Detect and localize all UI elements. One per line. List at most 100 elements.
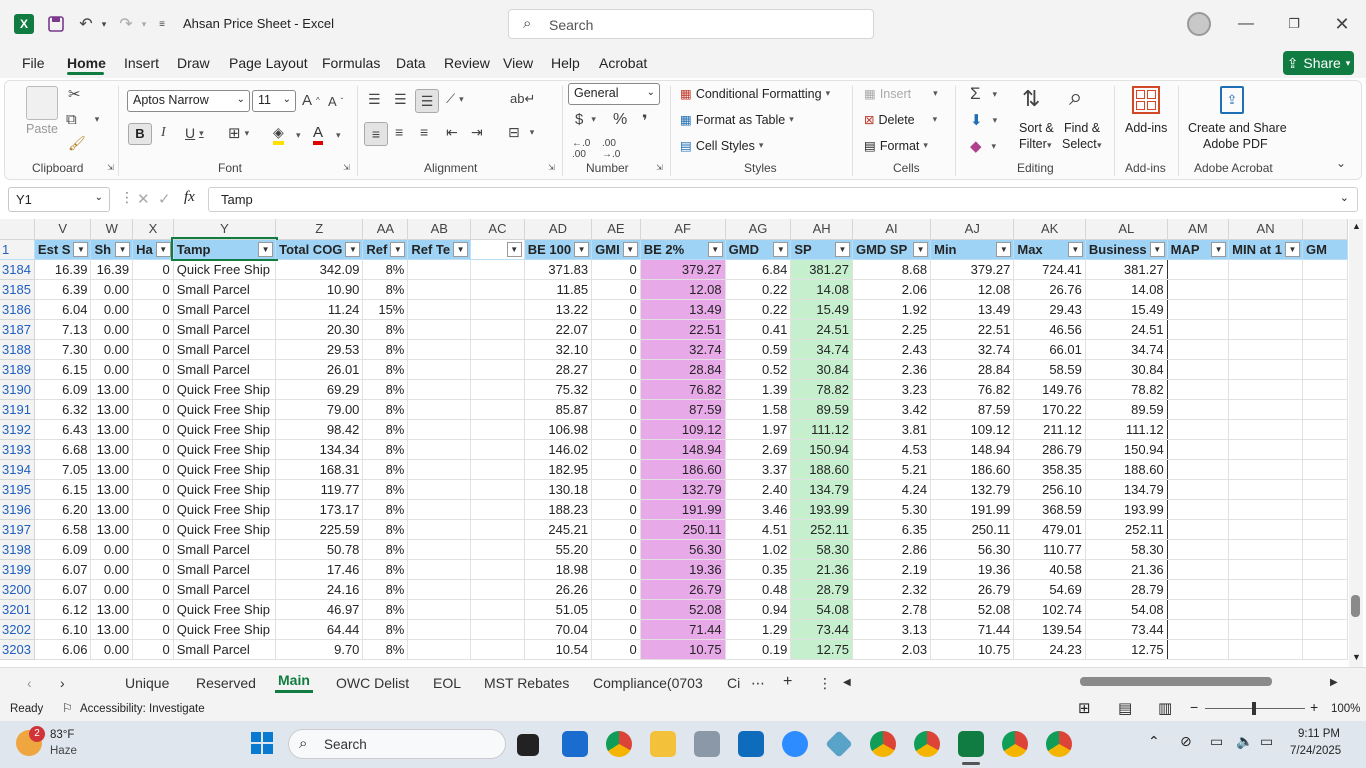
column-header[interactable]: AI (852, 219, 932, 240)
cell[interactable] (1228, 359, 1303, 380)
cell[interactable]: 28.79 (790, 579, 853, 600)
header-cell[interactable]: BE 2% ▼ (640, 239, 726, 260)
formula-input[interactable]: Tamp ⌄ (208, 187, 1358, 212)
cell[interactable]: 252.11 (1085, 519, 1168, 540)
filter-dropdown-icon[interactable]: ▼ (1067, 241, 1083, 257)
cell[interactable]: 110.77 (1013, 539, 1086, 560)
cell[interactable]: 8.68 (852, 259, 932, 280)
create-share-pdf-label-1[interactable]: Create and Share (1188, 121, 1287, 135)
sheet-tab-main[interactable]: Main (278, 672, 310, 688)
save-icon[interactable] (44, 12, 68, 36)
cell[interactable] (407, 599, 472, 620)
tab-file[interactable]: File (22, 55, 45, 71)
cell[interactable]: 0 (132, 539, 174, 560)
cell[interactable]: 381.27 (790, 259, 853, 280)
tab-home[interactable]: Home (67, 55, 106, 71)
cell[interactable]: 2.69 (725, 439, 792, 460)
cell[interactable]: 4.51 (725, 519, 792, 540)
filter-dropdown-icon[interactable]: ▼ (115, 241, 131, 257)
cell[interactable]: 10.75 (930, 639, 1015, 660)
taskbar-search[interactable]: ⌕ Search (288, 729, 506, 759)
cell[interactable]: 0.00 (90, 639, 134, 660)
cell[interactable]: 12.75 (1085, 639, 1168, 660)
column-header[interactable]: AB (407, 219, 472, 240)
cell[interactable]: 13.00 (90, 619, 134, 640)
column-header[interactable]: W (90, 219, 134, 240)
clear-icon[interactable]: ◆ ▾ (970, 137, 996, 155)
cell[interactable]: 13.49 (930, 299, 1015, 320)
cell[interactable] (1228, 579, 1303, 600)
cell[interactable] (1167, 639, 1230, 660)
cell[interactable]: 8% (362, 279, 409, 300)
filter-dropdown-icon[interactable]: ▼ (258, 242, 274, 257)
cell[interactable]: 15.49 (790, 299, 853, 320)
sheet-tab-mst-rebates[interactable]: MST Rebates (484, 675, 569, 691)
cell[interactable]: 0.00 (90, 539, 134, 560)
cell[interactable]: 0.00 (90, 319, 134, 340)
cell[interactable]: 0.52 (725, 359, 792, 380)
header-cell[interactable]: BE 100 ▼ (524, 239, 593, 260)
tab-review[interactable]: Review (444, 55, 490, 71)
cell[interactable]: 0 (591, 359, 641, 380)
cell[interactable]: 12.75 (790, 639, 853, 660)
clock-date[interactable]: 7/24/2025 (1290, 745, 1341, 757)
number-format-combo[interactable]: General ⌄ (568, 83, 660, 105)
cell[interactable]: 8% (362, 499, 409, 520)
cell[interactable] (407, 259, 472, 280)
cell[interactable]: Small Parcel (172, 539, 277, 560)
filter-dropdown-icon[interactable]: ▼ (345, 241, 361, 257)
cell[interactable]: Small Parcel (172, 579, 277, 600)
cell[interactable]: 3.42 (852, 399, 932, 420)
cell[interactable]: 12.08 (930, 279, 1015, 300)
column-header[interactable]: X (132, 219, 174, 240)
cell[interactable] (407, 399, 472, 420)
volume-icon[interactable]: 🔈 (1236, 733, 1253, 750)
cell[interactable]: 22.07 (524, 319, 593, 340)
cell[interactable]: 24.16 (275, 579, 364, 600)
cell[interactable]: 30.84 (1085, 359, 1168, 380)
chrome-profile-icon[interactable] (1002, 731, 1028, 757)
cell[interactable]: Quick Free Ship (172, 419, 277, 440)
create-share-pdf-label-2[interactable]: Adobe PDF (1203, 137, 1268, 151)
cell[interactable] (1302, 419, 1348, 440)
cell[interactable]: 29.53 (275, 339, 364, 360)
tab-formulas[interactable]: Formulas (322, 55, 380, 71)
cell[interactable]: 28.27 (524, 359, 593, 380)
filter-dropdown-icon[interactable]: ▼ (73, 241, 89, 257)
borders-icon[interactable]: ⊞ ▾ (228, 124, 249, 142)
network-icon[interactable]: ⊘ (1180, 733, 1192, 750)
cell[interactable]: 10.90 (275, 279, 364, 300)
cell[interactable]: 13.00 (90, 479, 134, 500)
cell[interactable]: 73.44 (790, 619, 853, 640)
header-cell[interactable]: GMI ▼ (591, 239, 641, 260)
cell[interactable]: 2.86 (852, 539, 932, 560)
column-header[interactable]: V (34, 219, 92, 240)
cell[interactable]: Small Parcel (172, 279, 277, 300)
header-cell[interactable]: ▼ (470, 239, 525, 260)
cell[interactable] (1228, 619, 1303, 640)
cell[interactable]: 0.22 (725, 279, 792, 300)
cell[interactable]: 4.53 (852, 439, 932, 460)
conditional-formatting-button[interactable]: ▦ Conditional Formatting ▾ (680, 86, 830, 102)
decrease-font-icon[interactable]: Aˇ (328, 94, 343, 109)
cell[interactable]: 8% (362, 399, 409, 420)
cell[interactable]: 52.08 (930, 599, 1015, 620)
cell[interactable] (407, 459, 472, 480)
cell[interactable]: 256.10 (1013, 479, 1086, 500)
row-number[interactable]: 3186 (0, 299, 35, 320)
cell[interactable] (1167, 439, 1230, 460)
share-button[interactable]: ⇪ Share ▾ (1283, 51, 1354, 75)
cell[interactable]: 22.51 (640, 319, 726, 340)
cell[interactable]: 13.00 (90, 439, 134, 460)
search-input[interactable]: ⌕ Search (508, 9, 874, 39)
cell[interactable] (1167, 259, 1230, 280)
cell[interactable]: 134.79 (1085, 479, 1168, 500)
decrease-decimal-icon[interactable]: .00 →.0 (602, 138, 620, 160)
task-view-icon[interactable] (517, 734, 539, 756)
cell[interactable] (407, 299, 472, 320)
row-number[interactable]: 3192 (0, 419, 35, 440)
filter-dropdown-icon[interactable]: ▼ (834, 241, 850, 257)
cell[interactable] (407, 439, 472, 460)
cell[interactable]: 28.84 (930, 359, 1015, 380)
cell[interactable]: 75.32 (524, 379, 593, 400)
